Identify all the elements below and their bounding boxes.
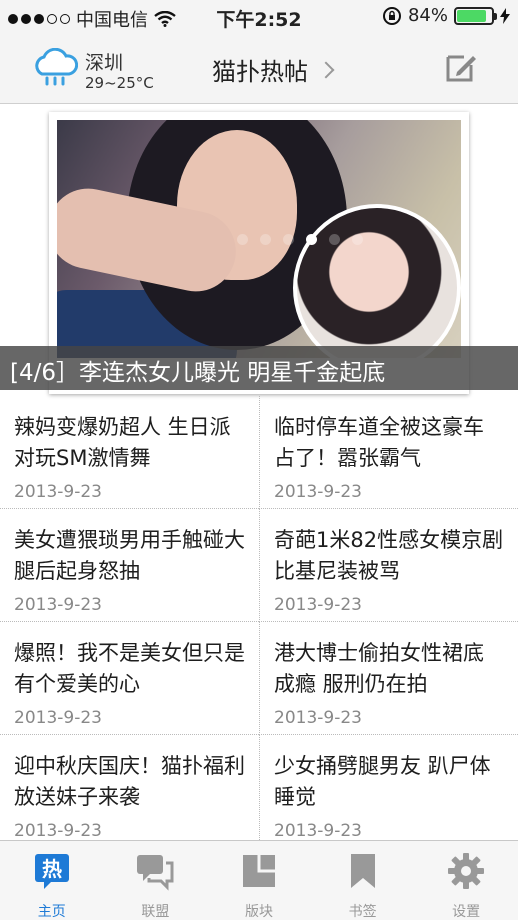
article-item[interactable]: 美女遭猥琐男用手触碰大腿后起身怒抽 2013-9-23 [0,509,259,622]
banner-caption: [4/6］李连杰女儿曝光 明星千金起底 [10,360,386,386]
page-title: 猫扑热帖 [212,58,308,86]
tab-label: 书签 [348,904,377,920]
banner-caption-bar[interactable]: [4/6］李连杰女儿曝光 明星千金起底 [0,346,518,390]
article-item[interactable]: 少女捅劈腿男友 趴尸体睡觉 2013-9-23 [259,735,518,848]
article-title: 奇葩1米82性感女模京剧比基尼装被骂 [274,528,504,583]
page-dot [283,234,294,245]
article-item[interactable]: 临时停车道全被这豪车占了！嚣张霸气 2013-9-23 [259,396,518,509]
article-title: 临时停车道全被这豪车占了！嚣张霸气 [274,415,484,470]
tab-bar: 热主页 联盟 版块 书签 设置 [0,840,518,920]
article-title: 少女捅劈腿男友 趴尸体睡觉 [274,754,491,809]
chat-bubbles-icon [135,851,175,891]
svg-text:热: 热 [42,857,62,881]
blocks-icon [239,851,279,891]
article-date: 2013-9-23 [14,821,102,841]
status-right: 84% [382,5,510,26]
chevron-right-icon [317,61,335,78]
tab-hot[interactable]: 热主页 [0,841,104,920]
article-date: 2013-9-23 [274,482,362,502]
banner-inset-photo [293,204,461,358]
tab-label: 主页 [37,904,66,920]
article-item[interactable]: 爆照！我不是美女但只是有个爱美的心 2013-9-23 [0,622,259,735]
weather-city[interactable]: 深圳 [85,48,123,75]
battery-icon [454,6,497,25]
article-item[interactable]: 奇葩1米82性感女模京剧比基尼装被骂 2013-9-23 [259,509,518,622]
battery-percent: 84% [407,5,448,26]
tab-label: 联盟 [141,904,170,920]
tab-label: 版块 [244,904,273,920]
article-item[interactable]: 迎中秋庆国庆！猫扑福利放送妹子来袭 2013-9-23 [0,735,259,848]
page-dot [352,234,363,245]
banner-page-indicator [237,234,363,245]
tab-blocks[interactable]: 版块 [207,841,311,920]
article-date: 2013-9-23 [274,708,362,728]
compose-icon[interactable] [444,50,478,84]
tab-bookmark[interactable]: 书签 [311,841,415,920]
page-dot [260,234,271,245]
tab-gear[interactable]: 设置 [414,841,518,920]
article-title: 爆照！我不是美女但只是有个爱美的心 [14,641,245,696]
battery-fill [457,9,486,22]
charging-icon [500,7,510,24]
article-date: 2013-9-23 [14,482,102,502]
page-dot [237,234,248,245]
article-title: 辣妈变爆奶超人 生日派对玩SM激情舞 [14,415,231,470]
weather-temperature[interactable]: 29~25°C [85,74,154,92]
article-title: 迎中秋庆国庆！猫扑福利放送妹子来袭 [14,754,245,809]
header-title-button[interactable]: 猫扑热帖 [212,52,335,87]
article-item[interactable]: 辣妈变爆奶超人 生日派对玩SM激情舞 2013-9-23 [0,396,259,509]
article-date: 2013-9-23 [274,595,362,615]
article-date: 2013-9-23 [14,708,102,728]
tab-label: 设置 [452,904,481,920]
article-item[interactable]: 港大博士偷拍女性裙底成瘾 服刑仍在拍 2013-9-23 [259,622,518,735]
rotation-lock-icon [382,6,401,25]
gear-icon [446,851,486,891]
article-title: 美女遭猥琐男用手触碰大腿后起身怒抽 [14,528,245,583]
app-header: 深圳 29~25°C 猫扑热帖 [0,34,518,104]
bookmark-icon [343,851,383,891]
tab-chat-bubbles[interactable]: 联盟 [104,841,208,920]
article-date: 2013-9-23 [14,595,102,615]
article-title: 港大博士偷拍女性裙底成瘾 服刑仍在拍 [274,641,484,696]
page-dot [306,234,317,245]
weather-cloud-rain-icon[interactable] [32,48,78,88]
status-bar: 中国电信 下午2:52 84% [0,0,518,34]
article-date: 2013-9-23 [274,821,362,841]
hot-icon: 热 [32,851,72,891]
page-dot [329,234,340,245]
